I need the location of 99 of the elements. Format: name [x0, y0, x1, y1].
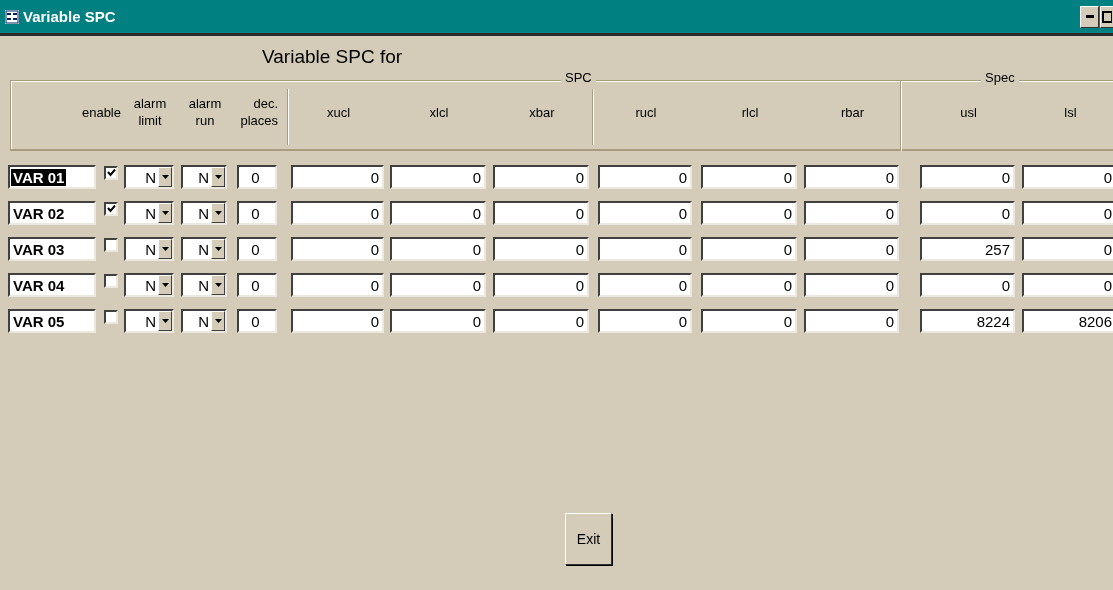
column-header: lsl [1063, 103, 1078, 121]
dropdown-field[interactable]: N [124, 201, 174, 225]
group-label: Spec [981, 70, 1019, 85]
input-field[interactable]: 0 [390, 237, 486, 261]
dropdown-field[interactable]: N [181, 237, 227, 261]
input-field[interactable]: 0 [237, 273, 277, 297]
dropdown-field[interactable]: N [124, 165, 174, 189]
input-field[interactable]: 0 [920, 201, 1015, 225]
input-field[interactable]: 0 [598, 309, 692, 333]
variable-field[interactable]: VAR 01 [8, 165, 96, 189]
dropdown-field[interactable]: N [124, 309, 174, 333]
dropdown-field[interactable]: N [181, 201, 227, 225]
enable-checkbox[interactable] [104, 166, 118, 180]
input-field[interactable]: 0 [493, 273, 589, 297]
input-field[interactable]: 0 [804, 273, 899, 297]
column-header: xucl [325, 103, 352, 121]
app-icon [5, 9, 19, 24]
input-field[interactable]: 0 [237, 201, 277, 225]
input-field[interactable]: 0 [804, 165, 899, 189]
input-field[interactable]: 0 [237, 309, 277, 333]
dropdown-field[interactable]: N [181, 273, 227, 297]
dropdown-field[interactable]: N [181, 165, 227, 189]
enable-checkbox[interactable] [104, 202, 118, 216]
input-field[interactable]: 257 [920, 237, 1015, 261]
input-field[interactable]: 0 [291, 165, 384, 189]
caret-icon [214, 283, 222, 287]
minimize-icon [1085, 15, 1094, 18]
input-field[interactable]: 0 [701, 273, 797, 297]
column-header: alarm limit [132, 95, 168, 129]
input-field[interactable]: 0 [598, 165, 692, 189]
input-field[interactable]: 8206 [1022, 309, 1113, 333]
input-field[interactable]: 0 [920, 273, 1015, 297]
input-field[interactable]: 0 [390, 165, 486, 189]
input-field[interactable]: 0 [598, 201, 692, 225]
variable-field[interactable]: VAR 04 [8, 273, 96, 297]
check-icon [106, 205, 116, 213]
input-field[interactable]: 0 [237, 165, 277, 189]
input-field[interactable]: 0 [291, 201, 384, 225]
column-header: rlcl [740, 103, 760, 121]
enable-checkbox[interactable] [104, 310, 118, 324]
window-title: Variable SPC [23, 8, 116, 25]
input-field[interactable]: 0 [701, 201, 797, 225]
input-field[interactable]: 0 [804, 309, 899, 333]
dropdown-field[interactable]: N [181, 309, 227, 333]
input-field[interactable]: 0 [493, 309, 589, 333]
input-field[interactable]: 0 [493, 201, 589, 225]
minimize-button[interactable] [1080, 5, 1099, 28]
caret-icon [161, 247, 169, 251]
input-field[interactable]: 0 [1022, 201, 1113, 225]
input-field[interactable]: 0 [390, 273, 486, 297]
dropdown-field[interactable]: N [124, 237, 174, 261]
variable-field[interactable]: VAR 03 [8, 237, 96, 261]
caret-icon [214, 175, 222, 179]
input-field[interactable]: 0 [493, 237, 589, 261]
column-header: alarm run [187, 95, 223, 129]
input-field[interactable]: 0 [390, 309, 486, 333]
input-field[interactable]: 0 [390, 201, 486, 225]
input-field[interactable]: 0 [1022, 273, 1113, 297]
column-header: enable [80, 103, 121, 121]
input-field[interactable]: 0 [291, 309, 384, 333]
column-header: rbar [839, 103, 866, 121]
column-header: dec. places [239, 95, 278, 129]
input-field[interactable]: 0 [493, 165, 589, 189]
exit-button[interactable]: Exit [565, 513, 612, 565]
caret-icon [214, 247, 222, 251]
input-field[interactable]: 0 [291, 237, 384, 261]
input-field[interactable]: 0 [920, 165, 1015, 189]
input-field[interactable]: 0 [291, 273, 384, 297]
group-label: SPC [561, 70, 596, 85]
input-field[interactable]: 0 [804, 201, 899, 225]
column-header: rucl [634, 103, 658, 121]
column-header: xbar [528, 103, 556, 121]
caret-icon [161, 283, 169, 287]
input-field[interactable]: 0 [598, 273, 692, 297]
variable-field[interactable]: VAR 05 [8, 309, 96, 333]
check-icon [106, 169, 116, 177]
enable-checkbox[interactable] [104, 274, 118, 288]
input-field[interactable]: 8224 [920, 309, 1015, 333]
caret-icon [161, 211, 169, 215]
caret-icon [214, 319, 222, 323]
input-field[interactable]: 0 [1022, 165, 1113, 189]
caret-icon [214, 211, 222, 215]
caret-icon [161, 319, 169, 323]
column-header: usl [959, 103, 978, 121]
column-header: xlcl [428, 103, 450, 121]
input-field[interactable]: 0 [701, 165, 797, 189]
variable-field[interactable]: VAR 02 [8, 201, 96, 225]
maximize-button[interactable] [1100, 5, 1113, 28]
input-field[interactable]: 0 [237, 237, 277, 261]
maximize-icon [1102, 10, 1112, 23]
dropdown-field[interactable]: N [124, 273, 174, 297]
input-field[interactable]: 0 [701, 237, 797, 261]
input-field[interactable]: 0 [701, 309, 797, 333]
caret-icon [161, 175, 169, 179]
form-heading: Variable SPC for [262, 46, 404, 69]
input-field[interactable]: 0 [1022, 237, 1113, 261]
input-field[interactable]: 0 [598, 237, 692, 261]
input-field[interactable]: 0 [804, 237, 899, 261]
enable-checkbox[interactable] [104, 238, 118, 252]
